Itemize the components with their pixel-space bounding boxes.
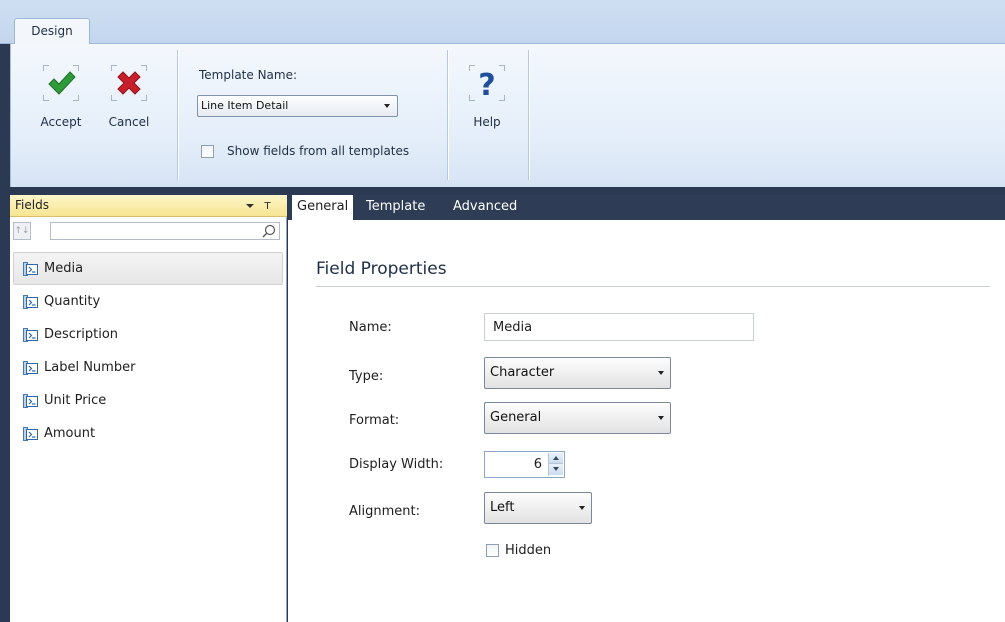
type-select[interactable]: Character	[484, 357, 671, 389]
show-all-templates-option[interactable]: Show fields from all templates	[201, 144, 409, 158]
sort-toggle-button[interactable]: ↑↓	[13, 222, 31, 240]
chevron-down-icon	[579, 506, 585, 510]
field-list-item-label: Label Number	[44, 360, 136, 375]
cancel-label: Cancel	[108, 115, 150, 129]
section-title: Field Properties	[316, 259, 447, 279]
app-window: Design Accept Cancel Template Name: Line…	[0, 0, 1005, 622]
show-all-templates-checkbox[interactable]	[201, 144, 214, 158]
properties-panel: General Template Advanced Field Properties…	[288, 195, 1005, 622]
pin-icon[interactable]: ᴛ	[264, 198, 271, 212]
template-name-label: Template Name:	[199, 68, 298, 82]
field-list-item-label: Media	[44, 261, 84, 276]
alignment-select[interactable]: Left	[484, 492, 592, 524]
ribbon-tab-design[interactable]: Design	[14, 18, 90, 45]
name-input[interactable]	[484, 313, 754, 341]
cancel-button[interactable]: Cancel	[103, 65, 155, 135]
field-icon	[23, 327, 38, 342]
field-list-item[interactable]: Quantity	[13, 285, 283, 318]
hidden-checkbox[interactable]	[486, 544, 499, 557]
type-label: Type:	[349, 369, 384, 384]
checkmark-icon	[48, 71, 76, 95]
field-search-box[interactable]	[50, 222, 280, 240]
template-name-select[interactable]: Line Item Detail	[197, 95, 398, 117]
display-width-stepper[interactable]: 6	[484, 451, 565, 478]
type-value: Character	[490, 365, 555, 380]
help-button[interactable]: ? Help	[461, 65, 513, 135]
ribbon-panel: Accept Cancel Template Name: Line Item D…	[10, 44, 1005, 187]
field-list-item-label: Quantity	[44, 294, 101, 309]
ribbon-tab-strip	[0, 0, 1005, 44]
field-icon	[23, 360, 38, 375]
field-list: Media Quantity Description Label Number Unit…	[13, 252, 283, 450]
ribbon-separator	[528, 50, 529, 180]
template-name-value: Line Item Detail	[201, 99, 289, 112]
field-list-item[interactable]: Media	[13, 252, 283, 285]
help-label: Help	[473, 115, 501, 129]
properties-tabbar: General Template Advanced	[288, 195, 1005, 220]
stepper-buttons	[548, 453, 563, 476]
increment-icon[interactable]	[549, 453, 563, 464]
field-icon	[23, 294, 38, 309]
tab-general[interactable]: General	[292, 195, 354, 220]
question-mark-icon: ?	[478, 68, 495, 99]
accept-button[interactable]: Accept	[35, 65, 87, 135]
field-list-item[interactable]: Amount	[13, 417, 283, 450]
field-icon	[23, 426, 38, 441]
field-icon	[23, 393, 38, 408]
alignment-label: Alignment:	[349, 504, 420, 519]
field-list-item-label: Unit Price	[44, 393, 107, 408]
format-label: Format:	[349, 413, 400, 428]
field-search-input[interactable]	[51, 223, 251, 239]
hidden-option[interactable]: Hidden	[486, 543, 551, 558]
field-list-item[interactable]: Description	[13, 318, 283, 351]
accept-label: Accept	[40, 115, 82, 129]
tab-advanced[interactable]: Advanced	[448, 195, 522, 220]
chevron-down-icon	[658, 416, 664, 420]
display-width-value: 6	[533, 457, 542, 472]
format-select[interactable]: General	[484, 402, 671, 434]
field-icon	[23, 261, 38, 276]
display-width-label: Display Width:	[349, 457, 444, 472]
name-label: Name:	[349, 320, 392, 335]
format-value: General	[490, 410, 542, 425]
show-all-templates-label: Show fields from all templates	[227, 144, 410, 158]
ribbon-separator	[177, 50, 178, 180]
tab-template[interactable]: Template	[361, 195, 430, 220]
field-list-item-label: Amount	[44, 426, 96, 441]
decrement-icon[interactable]	[549, 464, 563, 475]
field-list-item[interactable]: Unit Price	[13, 384, 283, 417]
svg-text:?: ?	[478, 68, 495, 99]
fields-panel: Fields ᴛ ↑↓ Media Quantity Description Labe…	[10, 195, 287, 622]
search-icon[interactable]	[262, 224, 276, 238]
alignment-value: Left	[490, 500, 515, 515]
field-list-item[interactable]: Label Number	[13, 351, 283, 384]
panel-menu-dropdown-icon[interactable]	[246, 204, 254, 208]
chevron-down-icon	[658, 371, 664, 375]
ribbon-separator	[447, 50, 448, 180]
chevron-down-icon	[384, 104, 390, 108]
fields-panel-title: Fields	[15, 198, 49, 212]
close-icon	[117, 71, 141, 95]
section-divider	[316, 286, 990, 287]
fields-panel-header: Fields ᴛ	[10, 195, 287, 217]
field-list-item-label: Description	[44, 327, 119, 342]
hidden-label: Hidden	[505, 543, 552, 558]
